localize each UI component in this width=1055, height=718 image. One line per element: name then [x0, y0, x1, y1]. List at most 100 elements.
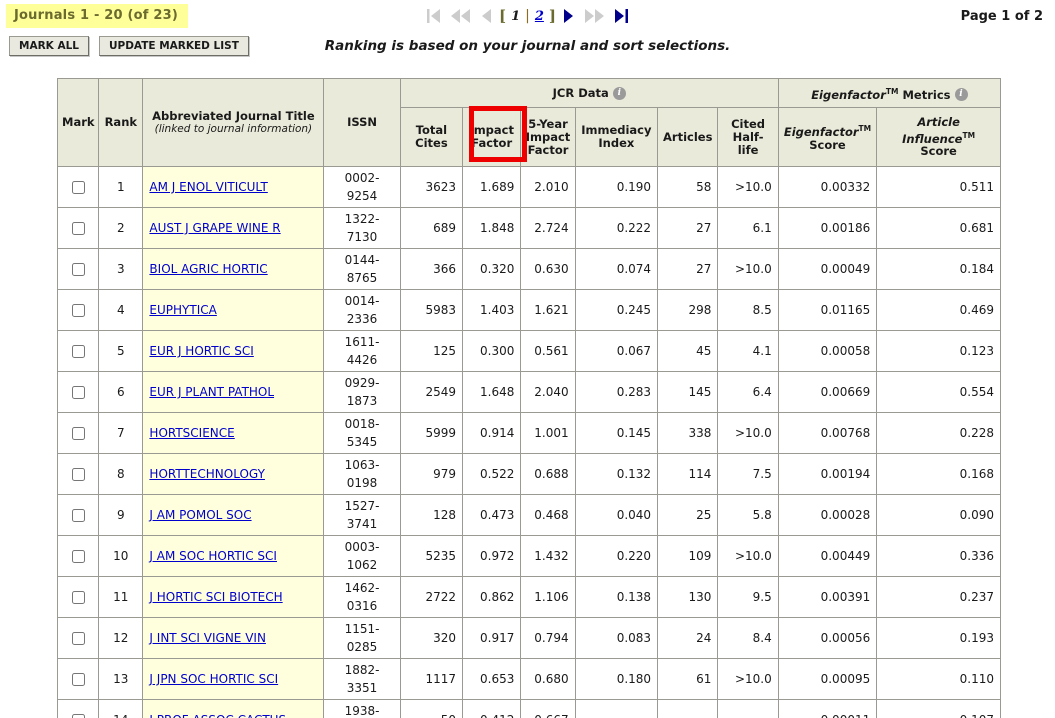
mark-checkbox[interactable] — [71, 181, 85, 194]
col-header-rank: Rank — [98, 78, 144, 167]
rank-cell: 12 — [98, 617, 144, 659]
last-page-icon[interactable] — [614, 7, 629, 25]
mark-cell — [56, 535, 100, 577]
mark-cell — [56, 453, 100, 495]
col-header-articles[interactable]: Articles — [657, 107, 719, 167]
total-cites-cell: 689 — [399, 207, 464, 249]
mark-checkbox[interactable] — [71, 304, 85, 317]
mark-checkbox[interactable] — [71, 714, 85, 718]
mark-checkbox[interactable] — [71, 550, 85, 563]
articles-cell: 145 — [657, 371, 719, 413]
article-influence-score-cell: 0.193 — [876, 617, 1001, 659]
mark-checkbox[interactable] — [71, 591, 85, 604]
eigenfactor-metrics-info-icon[interactable]: i — [954, 88, 968, 102]
cited-half-life-cell: 6.4 — [717, 371, 779, 413]
article-influence-score-cell: 0.107 — [876, 699, 1001, 718]
col-header-article-influence-score[interactable]: Article InfluenceTM Score — [876, 107, 1001, 167]
immediacy-index-cell: 0.145 — [574, 412, 659, 454]
journal-title-cell: J AM POMOL SOC — [142, 494, 325, 536]
eigenfactor-tm-mark: TM — [885, 86, 899, 96]
mark-checkbox[interactable] — [71, 263, 85, 276]
impact-factor-cell: 0.972 — [462, 535, 522, 577]
next-set-icon[interactable] — [584, 7, 605, 25]
journal-ranking-table: Mark Rank Abbreviated Journal Title (lin… — [56, 78, 1002, 718]
journal-title-cell: J AM SOC HORTIC SCI — [142, 535, 325, 577]
journal-title-link[interactable]: AUST J GRAPE WINE R — [149, 221, 280, 235]
five-year-impact-factor-cell: 1.001 — [520, 412, 576, 454]
total-cites-cell: 1117 — [399, 658, 464, 700]
five-year-impact-factor-cell: 0.688 — [520, 453, 576, 495]
five-year-impact-factor-cell: 2.724 — [520, 207, 576, 249]
eigenfactor-score-cell: 0.00049 — [777, 248, 878, 290]
issn-cell: 1938-663X — [323, 699, 401, 718]
issn-cell: 0018-5345 — [323, 412, 401, 454]
articles-cell: 58 — [657, 166, 719, 208]
journal-title-link[interactable]: AM J ENOL VITICULT — [149, 180, 267, 194]
mark-checkbox[interactable] — [71, 509, 85, 522]
issn-cell: 1063-0198 — [323, 453, 401, 495]
article-influence-tm-mark: TM — [962, 130, 976, 140]
journal-title-link[interactable]: HORTSCIENCE — [149, 426, 234, 440]
article-influence-score-cell: 0.168 — [876, 453, 1001, 495]
journal-title-cell: HORTTECHNOLOGY — [142, 453, 325, 495]
col-header-immediacy-index[interactable]: Immediacy Index — [574, 107, 659, 167]
immediacy-index-cell: 0.040 — [574, 494, 659, 536]
col-header-five-year-impact-factor[interactable]: 5-Year Impact Factor — [520, 107, 576, 167]
first-page-icon[interactable] — [426, 7, 441, 25]
mark-cell — [56, 658, 100, 700]
immediacy-index-cell — [574, 699, 659, 718]
articles-cell: 109 — [657, 535, 719, 577]
mark-cell — [56, 494, 100, 536]
five-year-impact-factor-cell: 1.432 — [520, 535, 576, 577]
mark-cell — [56, 166, 100, 208]
journal-title-link[interactable]: J AM POMOL SOC — [149, 508, 251, 522]
issn-cell: 0144-8765 — [323, 248, 401, 290]
col-header-eigenfactor-score[interactable]: EigenfactorTM Score — [777, 107, 878, 167]
mark-checkbox[interactable] — [71, 673, 85, 686]
journal-title-link[interactable]: HORTTECHNOLOGY — [149, 467, 265, 481]
mark-checkbox[interactable] — [71, 632, 85, 645]
journal-table-container: Mark Rank Abbreviated Journal Title (lin… — [56, 78, 1002, 718]
eigenfactor-score-cell: 0.00669 — [777, 371, 878, 413]
journal-title-cell: J JPN SOC HORTIC SCI — [142, 658, 325, 700]
journal-title-link[interactable]: EUR J PLANT PATHOL — [149, 385, 274, 399]
issn-cell: 0002-9254 — [323, 166, 401, 208]
article-influence-score-cell: 0.237 — [876, 576, 1001, 618]
table-row: 3 BIOL AGRIC HORTIC 0144-8765 366 0.320 0.630… — [56, 248, 1001, 290]
journal-title-link[interactable]: J AM SOC HORTIC SCI — [149, 549, 277, 563]
journal-title-link[interactable]: EUPHYTICA — [149, 303, 216, 317]
eigenfactor-score-cell: 0.00391 — [777, 576, 878, 618]
journal-title-link[interactable]: BIOL AGRIC HORTIC — [149, 262, 267, 276]
journal-title-link[interactable]: EUR J HORTIC SCI — [149, 344, 253, 358]
article-influence-score-cell: 0.681 — [876, 207, 1001, 249]
journal-title-link[interactable]: J INT SCI VIGNE VIN — [149, 631, 266, 645]
mark-cell — [56, 330, 100, 372]
immediacy-index-cell: 0.074 — [574, 248, 659, 290]
articles-cell: 27 — [657, 248, 719, 290]
jcr-data-info-icon[interactable]: i — [612, 86, 626, 100]
mark-cell — [56, 412, 100, 454]
col-header-impact-factor[interactable]: Impact Factor — [462, 107, 522, 167]
rank-cell: 11 — [98, 576, 144, 618]
table-row: 12 J INT SCI VIGNE VIN 1151-0285 320 0.917 0.… — [56, 617, 1001, 659]
mark-checkbox[interactable] — [71, 386, 85, 399]
mark-checkbox[interactable] — [71, 468, 85, 481]
mark-checkbox[interactable] — [71, 222, 85, 235]
mark-cell — [56, 207, 100, 249]
mark-checkbox[interactable] — [71, 427, 85, 440]
next-page-icon[interactable] — [563, 7, 574, 25]
col-header-total-cites[interactable]: Total Cites — [399, 107, 464, 167]
journal-title-link[interactable]: J JPN SOC HORTIC SCI — [149, 672, 278, 686]
previous-set-icon[interactable] — [450, 7, 471, 25]
table-row: 4 EUPHYTICA 0014-2336 5983 1.403 1.621 0.245 29… — [56, 289, 1001, 331]
previous-page-icon[interactable] — [481, 7, 492, 25]
immediacy-index-cell: 0.138 — [574, 576, 659, 618]
article-influence-score-cell: 0.554 — [876, 371, 1001, 413]
mark-checkbox[interactable] — [71, 345, 85, 358]
col-header-cited-half-life[interactable]: Cited Half-life — [717, 107, 779, 167]
group-header-jcr-data-label: JCR Data — [552, 85, 609, 100]
pager-page-2-link[interactable]: 2 — [532, 9, 547, 24]
journal-title-link[interactable]: J HORTIC SCI BIOTECH — [149, 590, 282, 604]
journal-title-link[interactable]: J PROF ASSOC CACTUS — [149, 713, 286, 718]
immediacy-index-cell: 0.132 — [574, 453, 659, 495]
